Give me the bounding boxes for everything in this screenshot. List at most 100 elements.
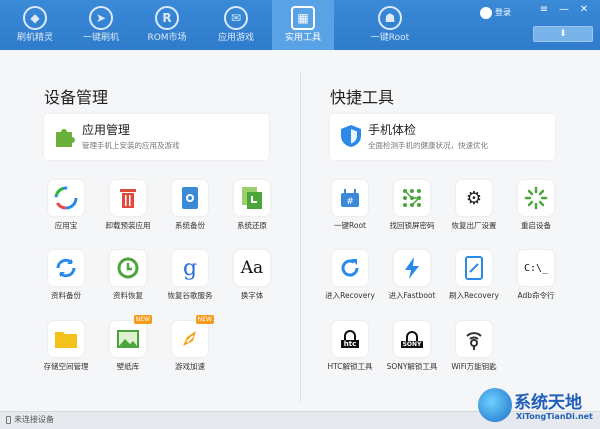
new-badge: NEW: [133, 315, 152, 324]
tool-label: 一键Root: [334, 221, 366, 230]
tool-uninstall-preinstalled[interactable]: 卸载预装应用: [98, 180, 158, 240]
login-button[interactable]: 登录: [480, 6, 511, 20]
login-label: 登录: [495, 8, 511, 17]
tab-label: ROM市场: [147, 33, 187, 43]
shield-check-icon: [341, 125, 361, 147]
sync-icon: [48, 250, 84, 286]
puzzle-icon: [56, 129, 75, 147]
htc-lock-icon: htc: [332, 321, 368, 357]
tool-reboot-device[interactable]: 重启设备: [506, 180, 566, 240]
close-icon[interactable]: ✕: [574, 4, 594, 15]
tool-enter-fastboot[interactable]: 进入Fastboot: [382, 250, 442, 310]
tool-label: 存储空间管理: [43, 362, 89, 371]
tool-adb-command[interactable]: C:\_ Adb命令行: [506, 250, 566, 310]
tool-one-click-root[interactable]: # 一键Root: [320, 180, 380, 240]
tab-rom-market[interactable]: R ROM市场: [136, 0, 198, 50]
tab-shuajijingling[interactable]: ◆ 刷机精灵: [4, 0, 66, 50]
download-button[interactable]: ⬇: [533, 26, 593, 42]
tool-data-backup[interactable]: 资料备份: [36, 250, 96, 310]
rom-icon: R: [155, 6, 179, 30]
yingyongbao-icon: [48, 180, 84, 216]
tab-utilities[interactable]: ▦ 实用工具: [272, 0, 334, 50]
tab-label: 实用工具: [284, 33, 321, 43]
avatar-icon: [480, 6, 492, 19]
tool-label: 重启设备: [521, 221, 551, 230]
google-icon: g: [172, 250, 208, 286]
tool-storage-management[interactable]: 存储空间管理: [36, 321, 96, 381]
device-management-title: 设备管理: [44, 88, 109, 107]
grid-icon: ▦: [291, 6, 315, 30]
rocket-icon: NEW: [172, 315, 214, 357]
tool-system-restore[interactable]: 系统还原: [222, 180, 282, 240]
tab-one-click-root[interactable]: ☗ 一键Root: [355, 0, 425, 50]
tool-label: WiFi万能钥匙: [451, 362, 497, 371]
tool-label: 系统备份: [175, 221, 205, 230]
app-management-card[interactable]: 应用管理 管理手机上安装的应用及游戏: [44, 114, 269, 160]
tool-enter-recovery[interactable]: 进入Recovery: [320, 250, 380, 310]
pattern-icon: [394, 180, 430, 216]
mail-icon: ✉: [224, 6, 248, 30]
tool-label: 壁纸库: [116, 362, 140, 371]
terminal-icon: C:\_: [518, 250, 554, 286]
quick-tools-title: 快捷工具: [330, 88, 395, 107]
tool-label: Adb命令行: [517, 291, 555, 300]
tool-label: HTC解锁工具: [327, 362, 373, 371]
tool-htc-unlock[interactable]: htc HTC解锁工具: [320, 321, 380, 381]
tool-data-restore[interactable]: 资料恢复: [98, 250, 158, 310]
tab-label: 一键刷机: [82, 33, 119, 43]
system-restore-icon: [234, 180, 270, 216]
loading-icon: [518, 180, 554, 216]
tool-system-backup[interactable]: 系统备份: [160, 180, 220, 240]
tool-label: 应用宝: [54, 221, 78, 230]
tool-label: 恢复谷歌服务: [167, 291, 213, 300]
tool-label: 找回锁屏密码: [389, 221, 435, 230]
tool-label: 进入Fastboot: [388, 291, 436, 300]
tool-game-acceleration[interactable]: NEW 游戏加速: [160, 315, 220, 381]
trash-icon: [110, 180, 146, 216]
phone-checkup-card[interactable]: 手机体检 全面检测手机的健康状况，快速优化: [330, 114, 555, 160]
tab-label: 刷机精灵: [16, 33, 53, 43]
tool-factory-reset[interactable]: ⚙ 恢复出厂设置: [444, 180, 504, 240]
svg-text:#: #: [346, 197, 354, 207]
tab-apps-games[interactable]: ✉ 应用游戏: [205, 0, 267, 50]
download-icon: ⬇: [559, 29, 567, 39]
tool-restore-google[interactable]: g 恢复谷歌服务: [160, 250, 220, 310]
picture-icon: NEW: [110, 315, 152, 357]
tool-label: 系统还原: [237, 221, 267, 230]
clock-icon: [110, 250, 146, 286]
section-divider: [300, 72, 301, 402]
tool-wifi-key[interactable]: WiFi万能钥匙: [444, 321, 504, 381]
watermark-url: XiTongTianDi.net: [516, 412, 593, 421]
tool-label: 换字体: [240, 291, 264, 300]
tab-yijianshuaji[interactable]: ➤ 一键刷机: [70, 0, 132, 50]
tool-change-font[interactable]: Aa 换字体: [222, 250, 282, 310]
window-controls: ≡ — ✕: [534, 4, 594, 15]
tool-wallpaper[interactable]: NEW 壁纸库: [98, 315, 158, 381]
tab-label: 应用游戏: [217, 33, 254, 43]
top-navigation-bar: ◆ 刷机精灵 ➤ 一键刷机 R ROM市场 ✉ 应用游戏 ▦ 实用工具 ☗ 一键…: [0, 0, 600, 50]
minimize-icon[interactable]: —: [554, 4, 574, 15]
tool-yingyongbao[interactable]: 应用宝: [36, 180, 96, 240]
phone-icon: [6, 415, 11, 424]
cursor-icon: ➤: [89, 6, 113, 30]
card-desc: 管理手机上安装的应用及游戏: [82, 141, 180, 150]
tool-recover-lock-password[interactable]: 找回锁屏密码: [382, 180, 442, 240]
robot-icon: ☗: [378, 6, 402, 30]
watermark: 系统天地 XiTongTianDi.net: [478, 386, 600, 429]
card-desc: 全面检测手机的健康状况，快速优化: [368, 141, 488, 150]
watermark-title: 系统天地: [514, 393, 582, 413]
tablet-icon: [456, 250, 492, 286]
tool-sony-unlock[interactable]: SONY SONY解锁工具: [382, 321, 442, 381]
menu-icon[interactable]: ≡: [534, 4, 554, 15]
tool-label: 游戏加速: [175, 362, 205, 371]
folder-icon: [48, 321, 84, 357]
root-icon: #: [332, 180, 368, 216]
tool-label: 资料备份: [51, 291, 81, 300]
sony-lock-icon: SONY: [394, 321, 430, 357]
wifi-key-icon: [456, 321, 492, 357]
tool-flash-recovery[interactable]: 刷入Recovery: [444, 250, 504, 310]
new-badge: NEW: [195, 315, 214, 324]
tool-label: 资料恢复: [113, 291, 143, 300]
font-icon: Aa: [234, 250, 270, 286]
tool-label: SONY解锁工具: [386, 362, 438, 371]
